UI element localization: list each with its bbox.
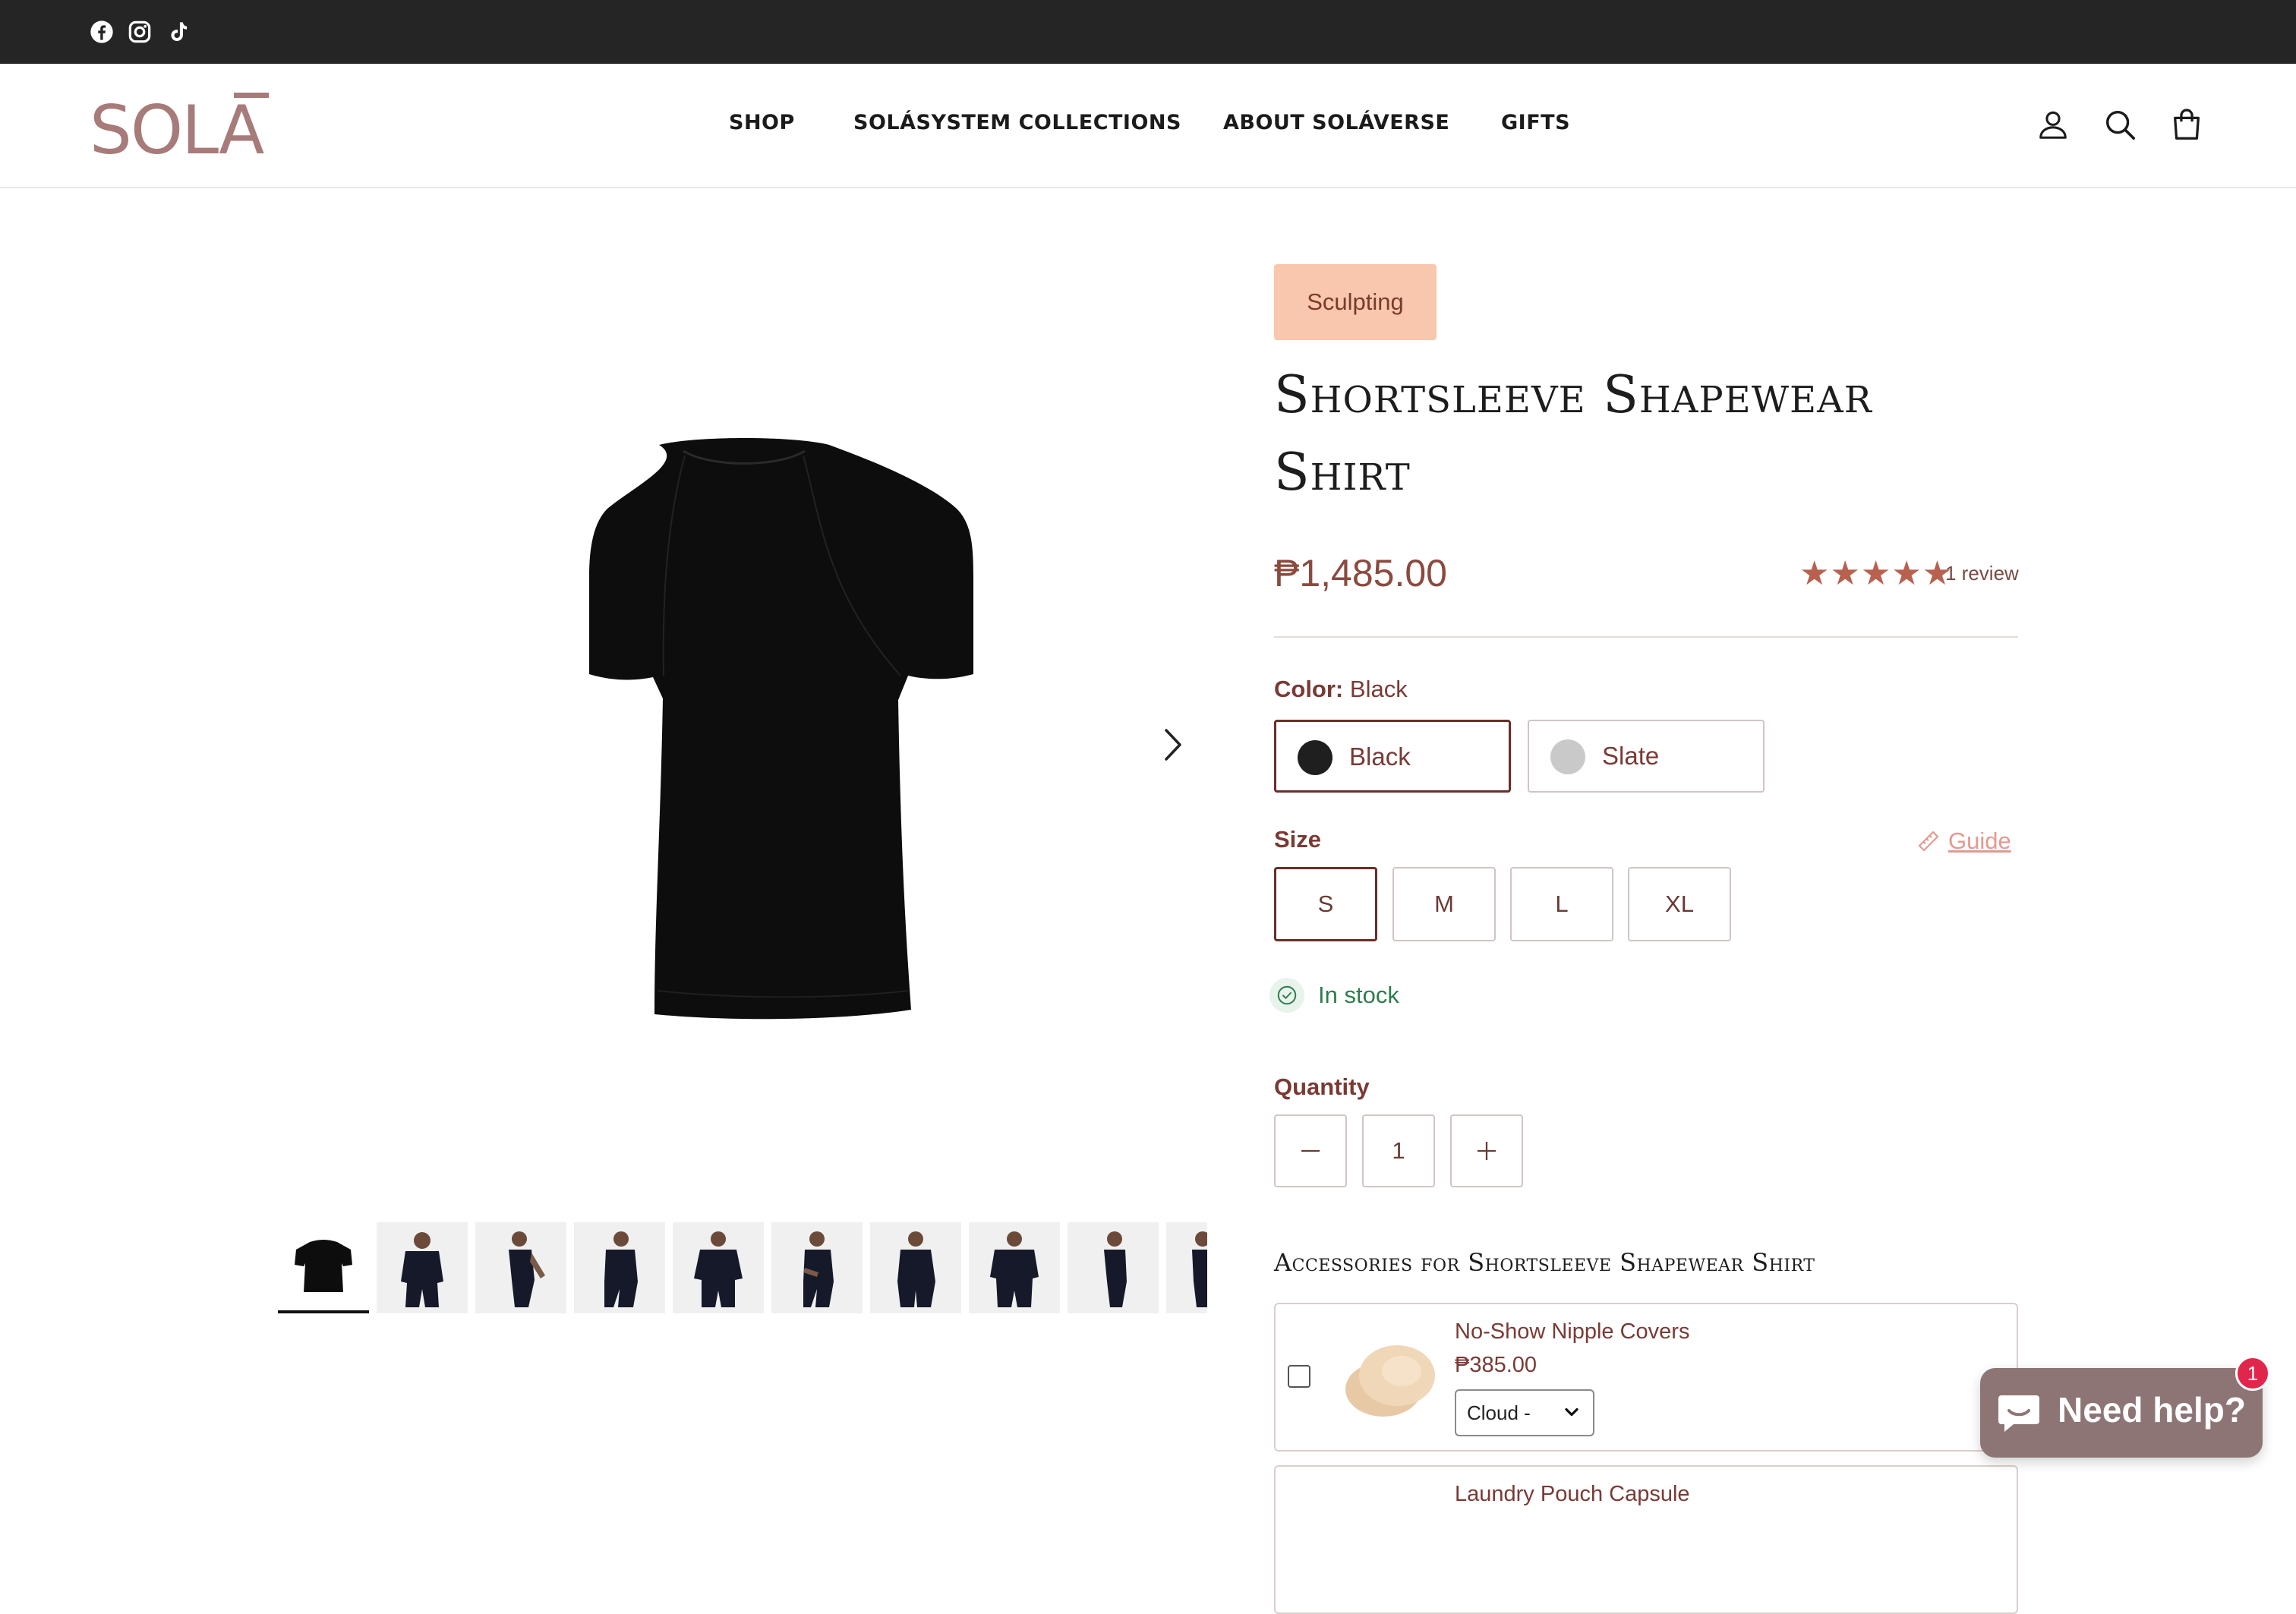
chat-notification-badge: 1 — [2235, 1356, 2270, 1391]
color-label: Color: — [1274, 676, 1344, 702]
quantity-input[interactable] — [1362, 1114, 1435, 1187]
product-title-line-1: Shortsleeve Shapewear — [1274, 365, 1872, 425]
nav-solasystem-collections[interactable]: SOLÁSYSTEM COLLECTIONS — [853, 111, 1181, 134]
thumbnail-2[interactable] — [377, 1222, 468, 1313]
product-price: ₱1,485.00 — [1274, 552, 1447, 594]
size-guide-label: Guide — [1948, 827, 2011, 854]
product-title: Shortsleeve Shapewear Shirt — [1274, 357, 2033, 512]
size-option-l[interactable]: L — [1510, 867, 1613, 941]
color-swatch-label: Slate — [1602, 742, 1660, 770]
nav-shop[interactable]: SHOP — [729, 111, 795, 134]
nav-gifts[interactable]: GIFTS — [1501, 111, 1570, 134]
quantity-increase-button[interactable] — [1450, 1114, 1523, 1187]
thumbnail-8[interactable] — [969, 1222, 1060, 1313]
category-badge: Sculpting — [1274, 264, 1437, 340]
size-label: Size — [1274, 826, 1322, 853]
next-image-arrow[interactable] — [1154, 723, 1192, 767]
accessory-name[interactable]: No-Show Nipple Covers — [1455, 1319, 1689, 1344]
color-option-label: Color: Black — [1274, 676, 1408, 703]
thumbnail-6[interactable] — [771, 1222, 863, 1313]
product-title-line-2: Shirt — [1274, 443, 1411, 503]
color-dot-slate — [1550, 739, 1585, 774]
chevron-down-icon — [1565, 1408, 1578, 1417]
cart-icon[interactable] — [2165, 103, 2208, 146]
thumbnail-3[interactable] — [475, 1222, 566, 1313]
announcement-bar — [0, 0, 2296, 64]
quantity-decrease-button[interactable] — [1274, 1114, 1347, 1187]
accessory-name[interactable]: Laundry Pouch Capsule — [1455, 1482, 1690, 1507]
plus-icon — [1478, 1142, 1496, 1160]
check-circle-icon — [1269, 978, 1304, 1013]
accessory-image — [1336, 1327, 1443, 1426]
review-count-link[interactable]: 1 review — [1945, 562, 2019, 585]
size-option-m[interactable]: M — [1392, 867, 1496, 941]
divider — [1274, 636, 2018, 638]
stock-status: In stock — [1269, 976, 1399, 1014]
search-icon[interactable] — [2099, 103, 2141, 146]
thumbnail-7[interactable] — [870, 1222, 961, 1313]
active-thumbnail-indicator — [278, 1310, 369, 1313]
ruler-icon — [1918, 831, 1939, 852]
help-chat-button[interactable]: Need help? — [1980, 1368, 2263, 1458]
color-swatch-black[interactable]: Black — [1274, 720, 1511, 793]
thumbnail-1[interactable] — [278, 1222, 369, 1313]
accessory-item: No-Show Nipple Covers ₱385.00 Cloud - — [1274, 1303, 2018, 1452]
accessory-variant-value: Cloud - — [1467, 1401, 1531, 1424]
accessory-checkbox[interactable] — [1288, 1365, 1310, 1388]
facebook-icon[interactable] — [87, 17, 117, 47]
thumbnail-4[interactable] — [574, 1222, 665, 1313]
thumbnail-5[interactable] — [673, 1222, 764, 1313]
main-navigation: SHOP SOLÁSYSTEM COLLECTIONS ABOUT SOLÁVE… — [0, 111, 2296, 141]
accessory-variant-select[interactable]: Cloud - — [1455, 1389, 1594, 1436]
size-guide-link[interactable]: Guide — [1916, 824, 2011, 858]
minus-icon — [1301, 1149, 1320, 1152]
thumbnail-10[interactable] — [1166, 1222, 1207, 1313]
product-main-image[interactable] — [486, 425, 1002, 1025]
instagram-icon[interactable] — [125, 17, 155, 47]
chat-bubble-icon — [1998, 1395, 2039, 1432]
size-option-s[interactable]: S — [1274, 867, 1377, 941]
site-header: SOLA SHOP SOLÁSYSTEM COLLECTIONS ABOUT S… — [0, 64, 2296, 188]
stock-text: In stock — [1318, 982, 1399, 1008]
star-rating[interactable]: ★★★★★ — [1799, 554, 1953, 593]
size-option-xl[interactable]: XL — [1628, 867, 1731, 941]
help-chat-label: Need help? — [2058, 1390, 2246, 1430]
account-icon[interactable] — [2032, 103, 2074, 146]
tiktok-icon[interactable] — [162, 17, 193, 47]
color-swatch-label: Black — [1349, 742, 1411, 771]
accessories-heading: Accessories for Shortsleeve Shapewear Sh… — [1274, 1248, 1815, 1277]
quantity-label: Quantity — [1274, 1073, 1370, 1101]
size-option-label: Size — [1274, 826, 1321, 853]
thumbnail-9[interactable] — [1068, 1222, 1159, 1313]
accessory-price: ₱385.00 — [1455, 1353, 1538, 1377]
color-swatch-slate[interactable]: Slate — [1528, 720, 1765, 793]
nav-about-solaverse[interactable]: ABOUT SOLÁVERSE — [1223, 111, 1449, 134]
color-dot-black — [1298, 740, 1332, 775]
quantity-label-text: Quantity — [1274, 1073, 1370, 1100]
color-selected-value: Black — [1349, 676, 1408, 702]
thumbnail-strip — [278, 1222, 1207, 1316]
accessory-item: Laundry Pouch Capsule — [1274, 1465, 2018, 1614]
